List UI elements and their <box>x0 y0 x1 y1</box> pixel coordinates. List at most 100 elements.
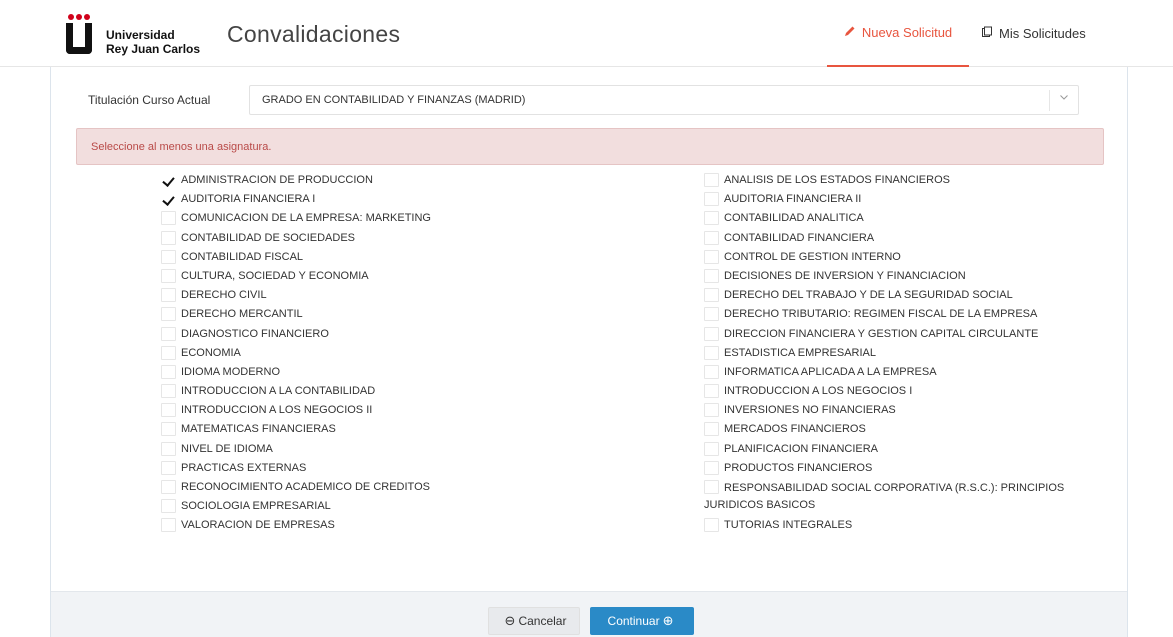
subject-checkbox[interactable] <box>161 441 176 456</box>
subject-checkbox[interactable] <box>161 345 176 360</box>
subject-item[interactable]: NIVEL DE IDIOMA <box>161 441 661 460</box>
subject-checkbox[interactable] <box>704 403 719 418</box>
subject-item[interactable]: ANALISIS DE LOS ESTADOS FINANCIEROS <box>704 172 1114 191</box>
subject-checkbox[interactable] <box>161 249 176 264</box>
subject-checkbox[interactable] <box>161 268 176 283</box>
subject-item[interactable]: DERECHO MERCANTIL <box>161 306 661 325</box>
subject-checkbox[interactable] <box>704 211 719 226</box>
subject-label: INTRODUCCION A LA CONTABILIDAD <box>181 385 376 398</box>
subject-checkbox[interactable] <box>161 499 176 514</box>
subject-checkbox[interactable] <box>704 518 719 532</box>
subject-item[interactable]: SOCIOLOGIA EMPRESARIAL <box>161 498 661 517</box>
university-logo[interactable]: Universidad Rey Juan Carlos <box>66 14 206 58</box>
subject-item[interactable]: DERECHO DEL TRABAJO Y DE LA SEGURIDAD SO… <box>704 287 1114 306</box>
subject-checkbox[interactable] <box>704 288 719 303</box>
subject-item[interactable]: PLANIFICACION FINANCIERA <box>704 441 1114 460</box>
subject-checkbox[interactable] <box>704 364 719 379</box>
subject-label: CONTABILIDAD FINANCIERA <box>724 231 875 244</box>
main-panel: Titulación Curso Actual GRADO EN CONTABI… <box>50 67 1128 637</box>
subject-item[interactable]: ESTADISTICA EMPRESARIAL <box>704 345 1114 364</box>
subject-item[interactable]: CONTABILIDAD FISCAL <box>161 249 661 268</box>
subject-item[interactable]: INTRODUCCION A LOS NEGOCIOS II <box>161 402 661 421</box>
subject-checkbox[interactable] <box>704 326 719 341</box>
top-navbar: Universidad Rey Juan Carlos Convalidacio… <box>0 0 1173 67</box>
arrow-right-circle-icon: ⊕ <box>662 613 674 628</box>
subject-label: DECISIONES DE INVERSION Y FINANCIACION <box>724 269 966 282</box>
subject-item[interactable]: DECISIONES DE INVERSION Y FINANCIACION <box>704 268 1114 287</box>
subject-item[interactable]: CONTABILIDAD FINANCIERA <box>704 230 1114 249</box>
subject-item[interactable]: CONTROL DE GESTION INTERNO <box>704 249 1114 268</box>
subject-checkbox[interactable] <box>704 345 719 360</box>
subject-item[interactable]: PRACTICAS EXTERNAS <box>161 460 661 479</box>
subject-item[interactable]: RESPONSABILIDAD SOCIAL CORPORATIVA (R.S.… <box>704 479 1114 517</box>
subject-label: PRODUCTOS FINANCIEROS <box>724 461 873 474</box>
subject-item[interactable]: CONTABILIDAD ANALITICA <box>704 210 1114 229</box>
subject-item[interactable]: INVERSIONES NO FINANCIERAS <box>704 402 1114 421</box>
subject-item[interactable]: RECONOCIMIENTO ACADEMICO DE CREDITOS <box>161 479 661 498</box>
subject-item[interactable]: INTRODUCCION A LA CONTABILIDAD <box>161 383 661 402</box>
subject-checkbox[interactable] <box>704 460 719 475</box>
subject-item[interactable]: CONTABILIDAD DE SOCIEDADES <box>161 230 661 249</box>
continue-button[interactable]: Continuar ⊕ <box>590 607 694 635</box>
subject-item[interactable]: DIAGNOSTICO FINANCIERO <box>161 326 661 345</box>
subject-checkbox[interactable] <box>161 288 176 303</box>
subject-label: PRACTICAS EXTERNAS <box>181 461 307 474</box>
degree-select[interactable]: GRADO EN CONTABILIDAD Y FINANZAS (MADRID… <box>249 85 1079 115</box>
subject-item[interactable]: MERCADOS FINANCIEROS <box>704 421 1114 440</box>
subject-item[interactable]: TUTORIAS INTEGRALES <box>704 517 1114 536</box>
subject-label: SOCIOLOGIA EMPRESARIAL <box>181 500 331 513</box>
subject-checkbox[interactable] <box>161 480 176 494</box>
subject-item[interactable]: INTRODUCCION A LOS NEGOCIOS I <box>704 383 1114 402</box>
subject-checkbox[interactable] <box>161 364 176 379</box>
subject-item[interactable]: ECONOMIA <box>161 345 661 364</box>
subject-checkbox[interactable] <box>161 230 176 245</box>
nav-new-request[interactable]: Nueva Solicitud <box>827 0 969 67</box>
subject-item[interactable]: AUDITORIA FINANCIERA I <box>161 191 661 210</box>
subject-label: ANALISIS DE LOS ESTADOS FINANCIEROS <box>724 174 950 186</box>
subject-item[interactable]: DERECHO TRIBUTARIO: REGIMEN FISCAL DE LA… <box>704 306 1114 325</box>
subject-item[interactable]: VALORACION DE EMPRESAS <box>161 517 661 536</box>
subject-checkbox[interactable] <box>704 441 719 456</box>
subject-checkbox[interactable] <box>161 384 176 399</box>
subject-checkbox[interactable] <box>161 326 176 341</box>
subject-label: TUTORIAS INTEGRALES <box>724 519 853 531</box>
subject-label: RECONOCIMIENTO ACADEMICO DE CREDITOS <box>181 481 430 493</box>
alert-message: Seleccione al menos una asignatura. <box>91 141 272 153</box>
subject-checkbox[interactable] <box>704 192 719 207</box>
subject-checkbox[interactable] <box>704 307 719 322</box>
subject-label: CONTROL DE GESTION INTERNO <box>724 250 901 263</box>
subject-item[interactable]: ADMINISTRACION DE PRODUCCION <box>161 172 661 191</box>
subject-label: DERECHO CIVIL <box>181 289 267 302</box>
subject-item[interactable]: INFORMATICA APLICADA A LA EMPRESA <box>704 364 1114 383</box>
subject-item[interactable]: AUDITORIA FINANCIERA II <box>704 191 1114 210</box>
subject-label: DERECHO MERCANTIL <box>181 308 303 321</box>
subjects-left-column: ADMINISTRACION DE PRODUCCION AUDITORIA FI… <box>161 172 661 537</box>
subject-checkbox[interactable] <box>161 211 176 226</box>
subject-item[interactable]: PRODUCTOS FINANCIEROS <box>704 460 1114 479</box>
subject-checkbox[interactable] <box>704 249 719 264</box>
subject-item[interactable]: IDIOMA MODERNO <box>161 364 661 383</box>
subject-checkbox[interactable] <box>704 268 719 283</box>
subject-label: INTRODUCCION A LOS NEGOCIOS I <box>724 385 913 398</box>
subject-item[interactable]: DIRECCION FINANCIERA Y GESTION CAPITAL C… <box>704 326 1114 345</box>
chevron-down-icon[interactable] <box>1058 92 1070 106</box>
subject-checkbox[interactable] <box>161 307 176 322</box>
subject-item[interactable]: COMUNICACION DE LA EMPRESA: MARKETING <box>161 210 661 229</box>
nav-my-requests[interactable]: Mis Solicitudes <box>981 0 1101 67</box>
subject-label: MERCADOS FINANCIEROS <box>724 423 866 436</box>
subject-item[interactable]: CULTURA, SOCIEDAD Y ECONOMIA <box>161 268 661 287</box>
cancel-button[interactable]: ⊖ Cancelar <box>488 607 580 635</box>
subject-checkbox[interactable] <box>161 403 176 418</box>
subject-checkbox[interactable] <box>161 460 176 475</box>
subject-checkbox[interactable] <box>704 173 719 187</box>
subject-item[interactable]: DERECHO CIVIL <box>161 287 661 306</box>
subject-checkbox[interactable] <box>704 230 719 245</box>
subject-checkbox[interactable] <box>161 173 176 187</box>
subject-checkbox[interactable] <box>704 422 719 437</box>
subject-checkbox[interactable] <box>161 192 176 207</box>
subject-checkbox[interactable] <box>704 384 719 399</box>
subject-checkbox[interactable] <box>161 422 176 437</box>
subject-item[interactable]: MATEMATICAS FINANCIERAS <box>161 421 661 440</box>
subject-label: INVERSIONES NO FINANCIERAS <box>724 404 896 417</box>
subject-checkbox[interactable] <box>161 518 176 533</box>
